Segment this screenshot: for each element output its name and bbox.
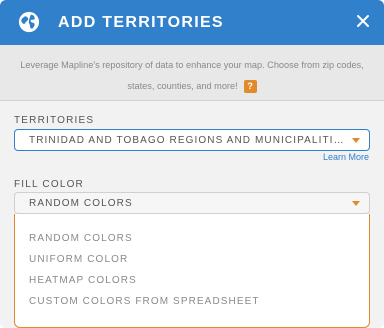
option-random-colors[interactable]: RANDOM COLORS <box>15 228 369 249</box>
option-uniform-color[interactable]: UNIFORM COLOR <box>15 249 369 270</box>
intro-text-block: Leverage Mapline's repository of data to… <box>11 55 373 97</box>
globe-icon <box>18 11 40 33</box>
learn-more-link[interactable]: Learn More <box>323 152 369 162</box>
intro-text: Leverage Mapline's repository of data to… <box>20 60 364 91</box>
option-custom-colors[interactable]: CUSTOM COLORS FROM SPREADSHEET <box>15 291 369 312</box>
option-heatmap-colors[interactable]: HEATMAP COLORS <box>15 270 369 291</box>
fill-color-label: FILL COLOR <box>14 179 84 190</box>
dialog-title: ADD TERRITORIES <box>58 14 224 31</box>
intro-banner: Leverage Mapline's repository of data to… <box>0 45 384 101</box>
dialog-header: ADD TERRITORIES <box>0 0 384 45</box>
territories-select[interactable]: TRINIDAD AND TOBAGO REGIONS AND MUNICIPA… <box>14 129 370 151</box>
chevron-down-icon <box>352 201 360 206</box>
help-icon[interactable]: ? <box>243 80 257 94</box>
fill-color-dropdown: RANDOM COLORS UNIFORM COLOR HEATMAP COLO… <box>14 214 370 328</box>
territories-label: TERRITORIES <box>14 115 95 126</box>
fill-color-select[interactable]: RANDOM COLORS <box>14 192 370 214</box>
chevron-down-icon <box>352 138 360 143</box>
add-territories-dialog: ADD TERRITORIES Leverage Mapline's repos… <box>0 0 384 328</box>
territories-value: TRINIDAD AND TOBAGO REGIONS AND MUNICIPA… <box>29 135 347 146</box>
fill-color-value: RANDOM COLORS <box>29 198 133 209</box>
close-icon[interactable] <box>355 13 371 29</box>
